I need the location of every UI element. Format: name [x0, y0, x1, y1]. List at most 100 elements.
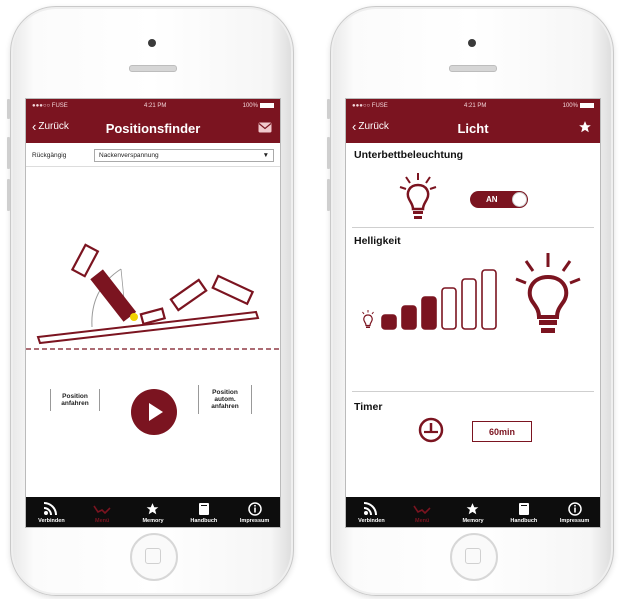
- brightness-level-bar[interactable]: [481, 269, 497, 330]
- phone-right: ●●●○○ FUSE 4:21 PM 100% ‹ Zurück Licht U…: [327, 6, 614, 596]
- info-icon: [567, 502, 582, 518]
- caret-down-icon: ▼: [262, 152, 269, 159]
- volume-up-button: [7, 137, 10, 169]
- screen: ●●●○○ FUSE 4:21 PM 100% ‹ Zurück Licht U…: [345, 98, 601, 528]
- tab-label: Impressum: [239, 518, 270, 524]
- mute-switch: [7, 99, 10, 119]
- undo-label: Rückgängig: [32, 152, 67, 159]
- tab-impressum[interactable]: Impressum: [549, 497, 600, 527]
- head-section: [70, 243, 100, 278]
- tab-label: Verbinden: [358, 518, 385, 524]
- section-divider: [352, 227, 594, 228]
- brightness-level-bar[interactable]: [421, 296, 437, 330]
- tab-label: Menü: [95, 518, 110, 524]
- lightbulb-icon: [399, 173, 437, 219]
- battery-percent: 100%: [242, 103, 258, 110]
- rss-icon: [363, 502, 379, 518]
- position-select[interactable]: Nackenverspannung ▼: [94, 149, 274, 162]
- status-time: 4:21 PM: [144, 103, 167, 109]
- bed-diagram[interactable]: [26, 179, 280, 359]
- tab-memory[interactable]: Memory: [128, 497, 179, 527]
- tab-label: Menü: [415, 518, 430, 524]
- leg-section: [211, 274, 255, 306]
- tab-impressum[interactable]: Impressum: [229, 497, 280, 527]
- pivot-dot: [130, 313, 138, 321]
- carrier-label: ●●●○○ FUSE: [32, 103, 68, 109]
- home-button[interactable]: [130, 533, 178, 581]
- screen: ●●●○○ FUSE 4:21 PM 100% ‹ Zurück Positio…: [25, 98, 281, 528]
- page-title: Positionsfinder: [105, 120, 201, 136]
- nav-bar: ‹ Zurück Positionsfinder: [26, 113, 280, 143]
- clock-icon[interactable]: [418, 417, 444, 443]
- back-label: Zurück: [38, 121, 69, 132]
- front-camera: [468, 39, 476, 47]
- large-lightbulb-icon: [515, 253, 581, 333]
- brightness-title: Helligkeit: [354, 235, 401, 247]
- status-time: 4:21 PM: [464, 103, 487, 109]
- chevron-left-icon: ‹: [352, 118, 357, 134]
- back-button[interactable]: ‹ Zurück: [352, 118, 389, 134]
- volume-down-button: [327, 179, 330, 211]
- battery-icon: [259, 102, 274, 108]
- star-icon[interactable]: [578, 120, 592, 139]
- tab-bar: Verbinden Menü Memory Handbuch Impressum: [346, 497, 600, 527]
- battery-indicator: 100%: [242, 102, 274, 110]
- status-bar: ●●●○○ FUSE 4:21 PM 100%: [346, 99, 600, 113]
- back-label: Zurück: [358, 121, 389, 132]
- toggle-knob: [512, 192, 527, 207]
- star-icon: [145, 502, 160, 518]
- volume-down-button: [7, 179, 10, 211]
- carrier-label: ●●●○○ FUSE: [352, 103, 388, 109]
- battery-percent: 100%: [562, 103, 578, 110]
- book-icon: [518, 502, 530, 518]
- info-icon: [247, 502, 262, 518]
- controls: Position anfahren Position autom. anfahr…: [26, 369, 280, 459]
- tab-men-[interactable]: Menü: [77, 497, 128, 527]
- tab-verbinden[interactable]: Verbinden: [26, 497, 77, 527]
- tab-men-[interactable]: Menü: [397, 497, 448, 527]
- chevron-left-icon: ‹: [32, 118, 37, 134]
- rss-icon: [43, 502, 59, 518]
- tab-handbuch[interactable]: Handbuch: [498, 497, 549, 527]
- underbed-light-toggle[interactable]: AN: [470, 191, 528, 208]
- play-icon[interactable]: [131, 389, 177, 435]
- tab-label: Impressum: [559, 518, 590, 524]
- position-go-button[interactable]: Position anfahren: [50, 389, 100, 411]
- tab-memory[interactable]: Memory: [448, 497, 499, 527]
- tab-label: Handbuch: [510, 518, 538, 524]
- timer-value-field[interactable]: 60min: [472, 421, 532, 442]
- thigh-section: [169, 278, 208, 312]
- brightness-control[interactable]: [352, 249, 592, 349]
- mail-icon[interactable]: [258, 120, 272, 138]
- mute-switch: [327, 99, 330, 119]
- earpiece-speaker: [129, 65, 177, 72]
- earpiece-speaker: [449, 65, 497, 72]
- tab-handbuch[interactable]: Handbuch: [178, 497, 229, 527]
- tab-label: Verbinden: [38, 518, 65, 524]
- brightness-level-bar[interactable]: [441, 287, 457, 330]
- position-select-value: Nackenverspannung: [99, 152, 159, 159]
- undo-row: Rückgängig Nackenverspannung ▼: [26, 143, 280, 167]
- bed-icon: [93, 502, 111, 518]
- back-section: [90, 269, 137, 322]
- brightness-level-bar[interactable]: [401, 305, 417, 330]
- book-icon: [198, 502, 210, 518]
- battery-indicator: 100%: [562, 102, 594, 110]
- tab-bar: Verbinden Menü Memory Handbuch Impressum: [26, 497, 280, 527]
- brightness-level-bar[interactable]: [461, 278, 477, 330]
- page-title: Licht: [457, 120, 489, 136]
- home-button[interactable]: [450, 533, 498, 581]
- bed-icon: [413, 502, 431, 518]
- star-icon: [465, 502, 480, 518]
- front-camera: [148, 39, 156, 47]
- tab-label: Memory: [462, 518, 484, 524]
- position-auto-button[interactable]: Position autom. anfahren: [198, 385, 252, 414]
- brightness-level-bar[interactable]: [381, 314, 397, 330]
- brightness-bars: [362, 253, 581, 333]
- seat-section: [139, 307, 167, 326]
- small-lightbulb-icon: [362, 310, 374, 328]
- bed-position-illustration: [26, 243, 280, 350]
- volume-up-button: [327, 137, 330, 169]
- tab-verbinden[interactable]: Verbinden: [346, 497, 397, 527]
- back-button[interactable]: ‹ Zurück: [32, 118, 69, 134]
